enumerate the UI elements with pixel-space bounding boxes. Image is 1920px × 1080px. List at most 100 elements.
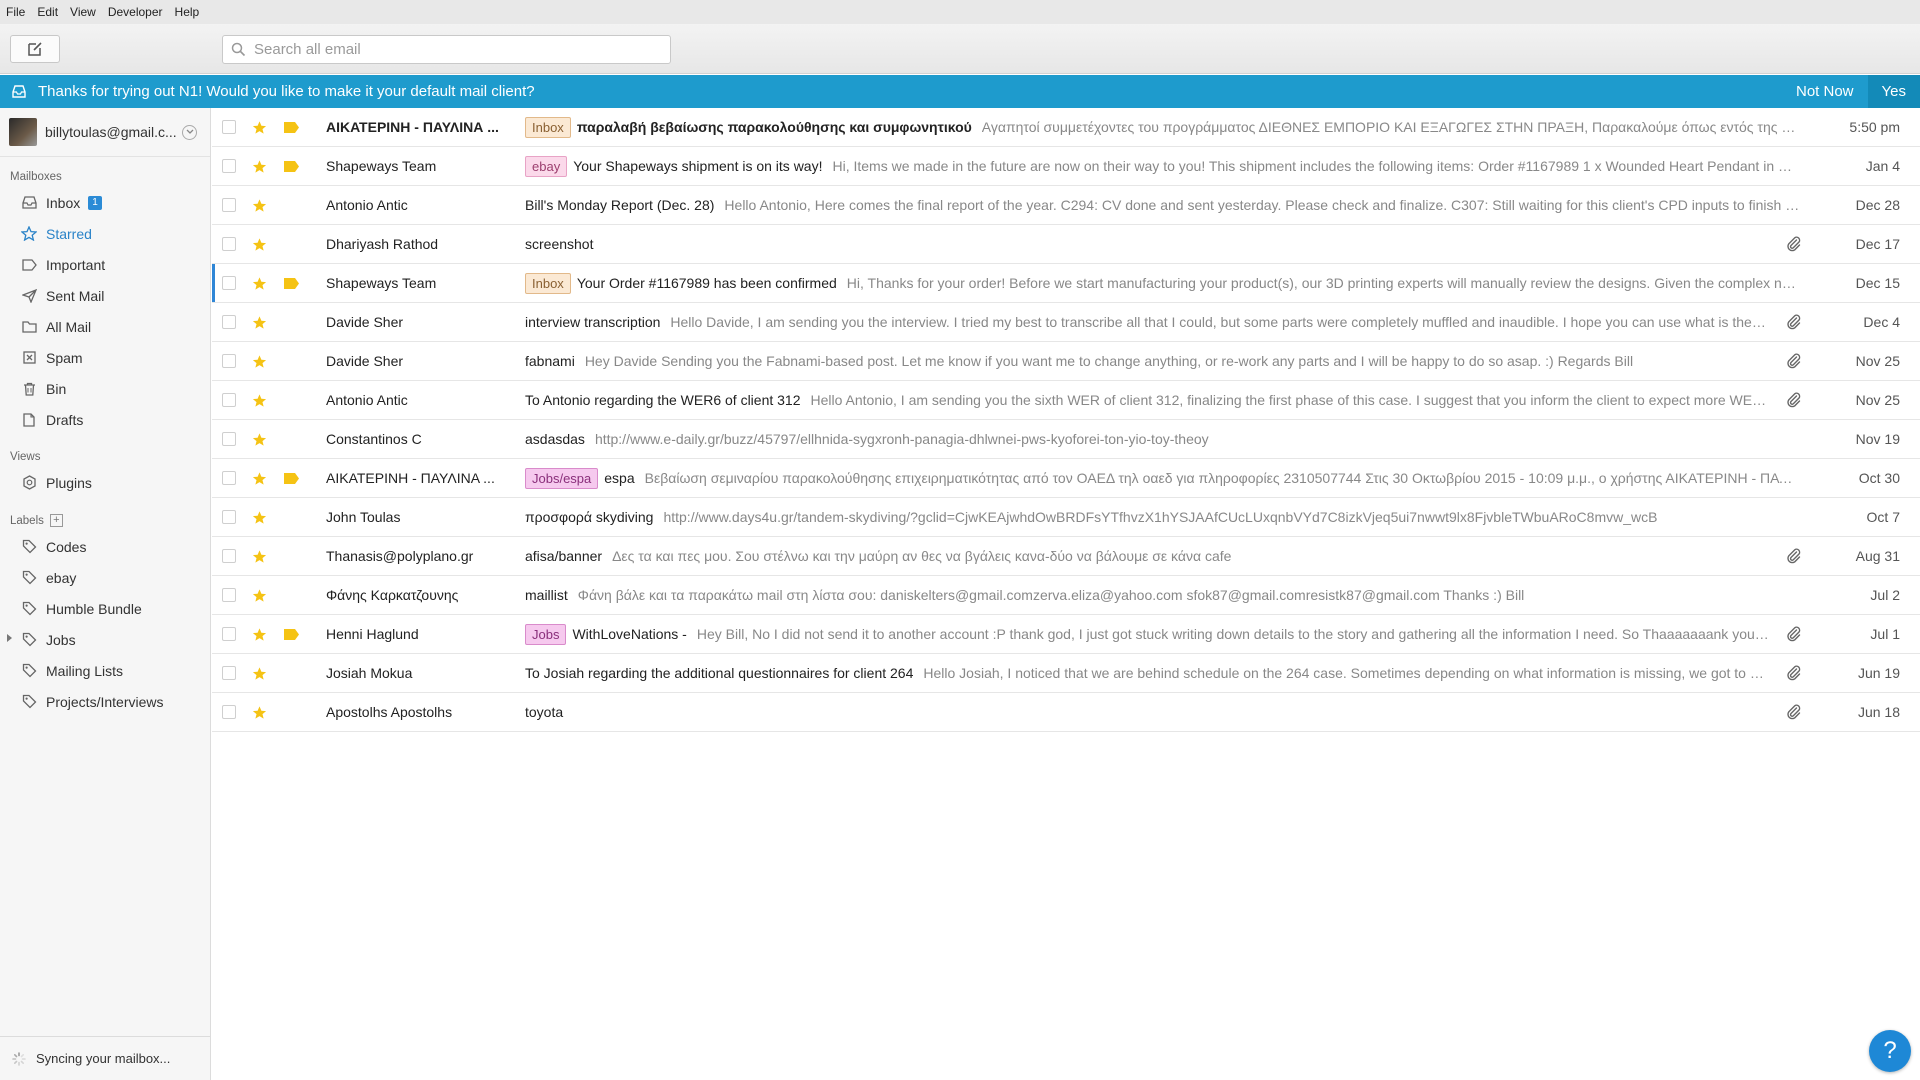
menu-edit[interactable]: Edit (37, 5, 58, 19)
add-label-button[interactable]: + (49, 514, 63, 527)
sidebar-item-starred[interactable]: Starred (0, 218, 210, 249)
thread-subject: espa (604, 470, 635, 486)
sidebar-item-label-mailing-lists[interactable]: Mailing Lists (0, 655, 210, 686)
star-icon[interactable] (252, 393, 267, 408)
thread-row[interactable]: Shapeways Team Inbox Your Order #1167989 h… (212, 264, 1920, 303)
star-icon[interactable] (252, 705, 267, 720)
select-checkbox[interactable] (222, 588, 236, 602)
sidebar-item-inbox[interactable]: Inbox 1 (0, 187, 210, 218)
thread-subject: Bill's Monday Report (Dec. 28) (525, 197, 715, 213)
select-checkbox[interactable] (222, 120, 236, 134)
select-checkbox[interactable] (222, 627, 236, 641)
sidebar-item-label: Mailing Lists (46, 662, 124, 679)
tag-icon (20, 570, 38, 585)
thread-row[interactable]: ΑΙΚΑΤΕΡΙΝΗ - ΠΑΥΛΙΝΑ ... Inbox παραλαβή βε… (212, 108, 1920, 147)
thread-label-badge[interactable]: Inbox (525, 116, 571, 138)
star-icon[interactable] (252, 549, 267, 564)
search-input[interactable] (254, 41, 634, 58)
thread-row[interactable]: ΑΙΚΑΤΕΡΙΝΗ - ΠΑΥΛΙΝΑ ... Jobs/espa espa Βεβ… (212, 459, 1920, 498)
sidebar-item-label-jobs[interactable]: Jobs (0, 624, 210, 655)
star-icon[interactable] (252, 276, 267, 291)
thread-row[interactable]: Φάνης Καρκατζουνης maillist Φάνη βάλε και … (212, 576, 1920, 615)
paperclip-icon (1786, 314, 1802, 330)
thread-row[interactable]: Apostolhs Apostolhs toyota Jun 18 (212, 693, 1920, 732)
thread-date: Nov 25 (1855, 392, 1900, 408)
thread-row[interactable]: Thanasis@polyplano.gr afisa/banner Δες τα … (212, 537, 1920, 576)
star-icon[interactable] (252, 471, 267, 486)
sidebar-item-label-ebay[interactable]: ebay (0, 562, 210, 593)
thread-row[interactable]: Antonio Antic Bill's Monday Report (Dec. … (212, 186, 1920, 225)
important-marker-icon[interactable] (284, 160, 300, 172)
menu-file[interactable]: File (6, 5, 25, 19)
thread-label-badge[interactable]: ebay (525, 155, 568, 177)
select-checkbox[interactable] (222, 198, 236, 212)
star-icon[interactable] (252, 666, 267, 681)
thread-row[interactable]: Constantinos C asdasdas http://www.e-daily… (212, 420, 1920, 459)
thread-snippet: Hi, Thanks for your order! Before we sta… (846, 275, 1800, 291)
select-checkbox[interactable] (222, 549, 236, 563)
star-icon[interactable] (252, 354, 267, 369)
menu-help[interactable]: Help (175, 5, 200, 19)
thread-row[interactable]: Davide Sher interview transcription Hello … (212, 303, 1920, 342)
star-icon[interactable] (252, 198, 267, 213)
select-checkbox[interactable] (222, 276, 236, 290)
select-checkbox[interactable] (222, 315, 236, 329)
sidebar-item-all-mail[interactable]: All Mail (0, 311, 210, 342)
star-icon[interactable] (252, 315, 267, 330)
sidebar-item-label-humble-bundle[interactable]: Humble Bundle (0, 593, 210, 624)
thread-row[interactable]: Henni Haglund Jobs WithLoveNations - Hey Bi… (212, 615, 1920, 654)
menu-view[interactable]: View (70, 5, 96, 19)
sidebar-item-bin[interactable]: Bin (0, 373, 210, 404)
sidebar-item-sent-mail[interactable]: Sent Mail (0, 280, 210, 311)
thread-row[interactable]: John Toulas προσφορά skydiving http://www.… (212, 498, 1920, 537)
important-marker-icon[interactable] (284, 277, 300, 289)
sidebar-item-plugins[interactable]: Plugins (0, 467, 210, 498)
thread-subject: WithLoveNations - (572, 626, 687, 642)
archive-icon (20, 320, 38, 333)
yes-button[interactable]: Yes (1867, 75, 1920, 108)
select-checkbox[interactable] (222, 432, 236, 446)
compose-button[interactable] (10, 35, 60, 63)
thread-label-badge[interactable]: Inbox (525, 272, 571, 294)
thread-row[interactable]: Shapeways Team ebay Your Shapeways shipmen… (212, 147, 1920, 186)
not-now-button[interactable]: Not Now (1782, 75, 1868, 108)
thread-row[interactable]: Antonio Antic To Antonio regarding the WE… (212, 381, 1920, 420)
select-checkbox[interactable] (222, 471, 236, 485)
sidebar-item-label-codes[interactable]: Codes (0, 531, 210, 562)
thread-subject: To Antonio regarding the WER6 of client … (525, 392, 801, 408)
star-icon[interactable] (252, 510, 267, 525)
star-icon[interactable] (252, 627, 267, 642)
select-checkbox[interactable] (222, 705, 236, 719)
select-checkbox[interactable] (222, 393, 236, 407)
menu-developer[interactable]: Developer (108, 5, 163, 19)
star-icon[interactable] (252, 159, 267, 174)
thread-summary: ebay Your Shapeways shipment is on its wa… (525, 155, 1800, 177)
star-icon[interactable] (252, 588, 267, 603)
chevron-down-icon[interactable] (182, 124, 197, 140)
star-icon[interactable] (252, 120, 267, 135)
important-marker-icon[interactable] (284, 472, 300, 484)
select-checkbox[interactable] (222, 159, 236, 173)
thread-row[interactable]: Davide Sher fabnami Hey Davide Sending you… (212, 342, 1920, 381)
important-marker-icon[interactable] (284, 628, 300, 640)
select-checkbox[interactable] (222, 237, 236, 251)
sidebar-item-spam[interactable]: Spam (0, 342, 210, 373)
important-marker-icon[interactable] (284, 121, 300, 133)
select-checkbox[interactable] (222, 510, 236, 524)
thread-label-badge[interactable]: Jobs/espa (525, 467, 599, 489)
star-icon[interactable] (252, 237, 267, 252)
thread-snippet: Αγαπητοί συμμετέχοντες του προγράμματος … (981, 119, 1800, 135)
account-switcher[interactable]: billytoulas@gmail.c... (0, 108, 210, 157)
thread-row[interactable]: Josiah Mokua To Josiah regarding the addi… (212, 654, 1920, 693)
thread-label-badge[interactable]: Jobs (525, 623, 567, 645)
select-checkbox[interactable] (222, 666, 236, 680)
star-icon[interactable] (252, 432, 267, 447)
thread-date: Jun 19 (1857, 665, 1900, 681)
thread-row[interactable]: Dhariyash Rathod screenshot Dec 17 (212, 225, 1920, 264)
sidebar-item-label-projects-interviews[interactable]: Projects/Interviews (0, 686, 210, 717)
help-button[interactable]: ? (1869, 1030, 1911, 1072)
expand-caret-icon[interactable] (7, 634, 12, 642)
sidebar-item-drafts[interactable]: Drafts (0, 404, 210, 435)
sidebar-item-important[interactable]: Important (0, 249, 210, 280)
select-checkbox[interactable] (222, 354, 236, 368)
